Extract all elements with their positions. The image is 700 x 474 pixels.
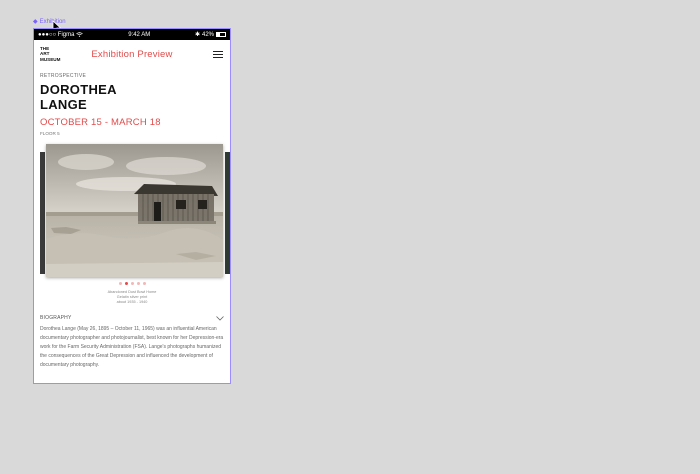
carousel-prev-slide[interactable]	[40, 152, 45, 274]
exhibit-info: RETROSPECTIVE DOROTHEA LANGE OCTOBER 15 …	[34, 73, 230, 304]
battery-icon	[216, 32, 226, 37]
app-header: THE ART MUSEUM Exhibition Preview	[34, 40, 230, 68]
carousel-dot[interactable]	[142, 282, 146, 285]
battery-percent: 42%	[201, 31, 214, 38]
hamburger-menu-icon[interactable]	[213, 51, 223, 58]
carousel-pagination	[40, 282, 224, 285]
wifi-icon	[76, 32, 84, 37]
caption-date: about 1935 - 1940	[116, 299, 148, 304]
biography-toggle[interactable]: BIOGRAPHY	[34, 315, 230, 321]
image-caption: Abandoned Dust Bowl Home Gelatin silver …	[40, 290, 224, 304]
exhibit-title: DOROTHEA LANGE	[40, 82, 224, 112]
status-time: 9:42 AM	[128, 31, 151, 38]
exhibit-floor: FLOOR 5	[40, 131, 60, 136]
exhibit-type: RETROSPECTIVE	[40, 73, 87, 79]
exhibit-dates: OCTOBER 15 - MARCH 18	[40, 117, 161, 128]
exhibit-title-line-2: LANGE	[40, 97, 87, 112]
carousel-dot[interactable]	[130, 282, 134, 285]
status-bar: ●●●○○ Figma 9:42 AM ✱ 42%	[34, 29, 230, 40]
carousel-dot[interactable]	[136, 282, 140, 285]
carousel-next-slide[interactable]	[225, 152, 230, 274]
image-carousel[interactable]	[40, 144, 230, 278]
phone-frame: ●●●○○ Figma 9:42 AM ✱ 42% THE ART MUSEUM…	[33, 28, 231, 384]
bluetooth-icon: ✱	[194, 32, 200, 38]
biography-text: Dorothea Lange (May 26, 1895 – October 1…	[40, 326, 224, 368]
carousel-dot[interactable]	[124, 282, 128, 285]
chevron-down-icon[interactable]	[216, 316, 224, 321]
carrier-label: ●●●○○ Figma	[38, 31, 75, 38]
exhibit-title-line-1: DOROTHEA	[40, 82, 117, 97]
photo-abandoned-house-icon[interactable]	[46, 144, 223, 277]
biography-label: BIOGRAPHY	[40, 315, 72, 322]
carousel-dot[interactable]	[118, 282, 122, 285]
diamond-icon: ◆	[33, 19, 38, 25]
header-title: Exhibition Preview	[91, 48, 173, 60]
